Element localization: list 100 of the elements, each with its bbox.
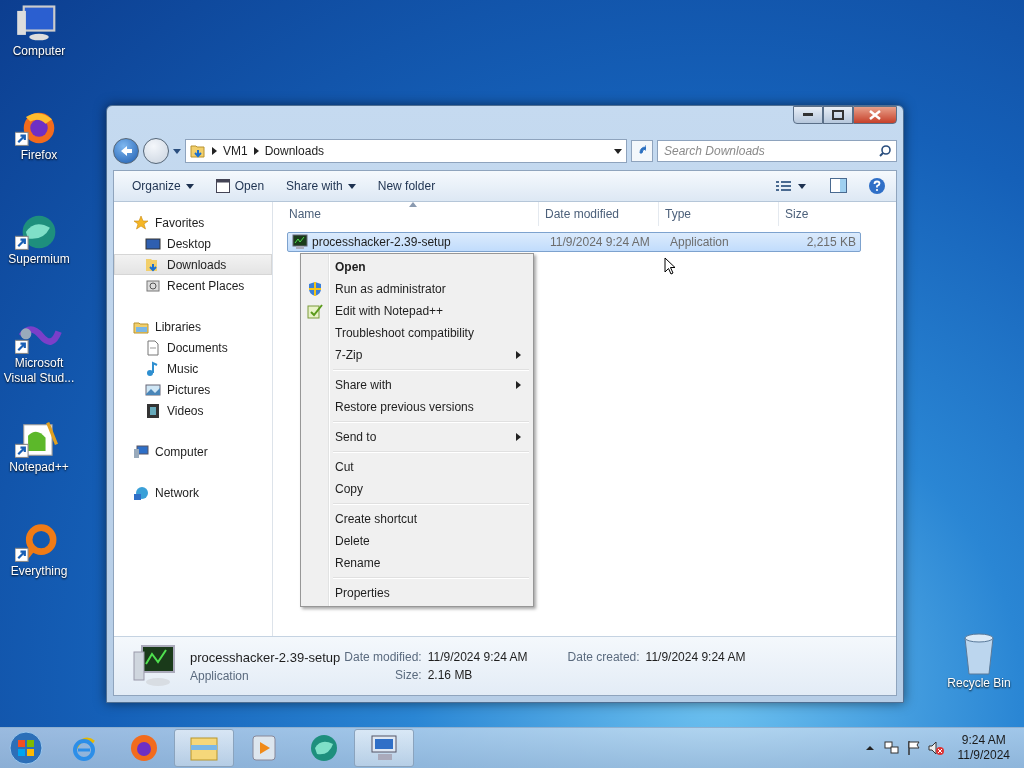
menu-item[interactable]: Restore previous versions — [303, 396, 531, 418]
mouse-cursor-icon — [664, 257, 676, 275]
nav-item[interactable]: Music — [114, 358, 272, 379]
view-options-icon[interactable] — [776, 180, 806, 192]
column-header[interactable]: Type — [659, 202, 779, 226]
help-icon[interactable] — [868, 177, 886, 195]
history-dropdown-icon[interactable] — [173, 148, 181, 154]
forward-button[interactable] — [143, 138, 169, 164]
file-name: processhacker-2.39-setup — [190, 649, 341, 665]
breadcrumb[interactable]: VM1 — [223, 144, 248, 158]
search-icon[interactable] — [879, 145, 891, 157]
nav-item[interactable]: Documents — [114, 337, 272, 358]
maximize-icon — [832, 110, 844, 120]
property-value: 11/9/2024 9:24 AM — [645, 650, 746, 664]
browser-icon — [308, 732, 340, 764]
property-label: Date modified: — [344, 650, 422, 664]
close-icon — [869, 110, 881, 120]
nav-item[interactable]: Videos — [114, 400, 272, 421]
flag-icon[interactable] — [905, 740, 922, 756]
nav-icon — [133, 214, 149, 231]
desktop-icon-label[interactable]: Notepad++ — [9, 460, 69, 475]
desktop-icon-label[interactable]: Supermium — [8, 252, 70, 267]
menu-item[interactable]: 7-Zip — [303, 344, 531, 366]
nav-icon — [133, 484, 149, 501]
type-cell-text: Application — [669, 234, 730, 251]
menu-item[interactable]: Edit with Notepad++ — [303, 300, 531, 322]
date-cell-text: 11/9/2024 9:24 AM — [549, 234, 651, 251]
desktop-icon-label[interactable]: Everything — [10, 564, 68, 579]
menu-item[interactable]: Rename — [303, 552, 531, 574]
notepad-icon — [307, 303, 323, 319]
nav-icon — [133, 443, 149, 460]
desktop-icon-label[interactable]: Microsoft Visual Stud... — [0, 356, 78, 386]
submenu-arrow-icon — [516, 433, 521, 441]
breadcrumb[interactable]: Downloads — [264, 144, 325, 158]
minimize-button[interactable] — [793, 106, 823, 124]
application-icon — [132, 644, 178, 688]
folder-icon — [190, 144, 206, 158]
search-field[interactable]: Search Downloads — [657, 140, 897, 162]
menu-item[interactable]: Create shortcut — [303, 508, 531, 530]
nav-icon — [145, 235, 161, 252]
menu-item[interactable]: Cut — [303, 456, 531, 478]
caret-icon — [347, 183, 356, 189]
menu-item[interactable]: Copy — [303, 478, 531, 500]
nav-item[interactable]: Libraries — [114, 316, 272, 337]
caret-icon — [185, 183, 194, 189]
clock-time[interactable]: 9:24 AM — [961, 733, 1006, 748]
menu-item[interactable]: Delete — [303, 530, 531, 552]
clock-date[interactable]: 11/9/2024 — [957, 748, 1010, 763]
breadcrumb-arrow-icon[interactable] — [212, 147, 217, 155]
nav-item[interactable]: Network — [114, 482, 272, 503]
toolbar-button[interactable]: Open — [207, 176, 273, 196]
network-icon[interactable] — [883, 740, 900, 756]
menu-item[interactable]: Share with — [303, 374, 531, 396]
minimize-icon — [803, 113, 813, 117]
refresh-button[interactable] — [631, 140, 653, 162]
shield-icon — [307, 281, 323, 297]
menu-item[interactable]: Run as administrator — [303, 278, 531, 300]
nav-icon — [145, 277, 161, 294]
address-dropdown-icon[interactable] — [614, 148, 622, 154]
property-value: 11/9/2024 9:24 AM — [427, 650, 528, 664]
nav-item[interactable]: Pictures — [114, 379, 272, 400]
toolbar-button[interactable]: Organize — [124, 176, 202, 196]
toolbar-button[interactable]: New folder — [369, 176, 444, 196]
property-label: Size: — [394, 668, 422, 682]
menu-item[interactable]: Send to — [303, 426, 531, 448]
address-bar[interactable]: VM1 Downloads — [185, 139, 627, 163]
nav-item[interactable]: Downloads — [114, 254, 272, 275]
file-type: Application — [190, 668, 250, 683]
nav-item[interactable]: Computer — [114, 441, 272, 462]
submenu-arrow-icon — [516, 381, 521, 389]
property-label: Date created: — [567, 650, 640, 664]
desktop-icon-label[interactable]: Firefox — [20, 148, 58, 163]
nav-icon — [145, 402, 161, 419]
nav-icon — [145, 381, 161, 398]
close-button[interactable] — [853, 106, 897, 124]
size-cell-text: 2,215 KB — [805, 234, 857, 251]
back-button[interactable] — [113, 138, 139, 164]
taskbar-button[interactable] — [354, 729, 414, 767]
browser-icon — [128, 732, 160, 764]
preview-pane-icon[interactable] — [830, 178, 848, 194]
sort-arrow-icon — [409, 202, 417, 207]
nav-item[interactable]: Recent Places — [114, 275, 272, 296]
submenu-arrow-icon — [516, 351, 521, 359]
muted-speaker-icon[interactable] — [927, 740, 944, 756]
toolbar-button[interactable]: Share with — [278, 176, 364, 196]
menu-item[interactable]: Open — [303, 256, 531, 278]
file-row[interactable]: processhacker-2.39-setup 11/9/2024 9:24 AM Application 2,215 KB — [287, 232, 861, 252]
desktop-icon-label[interactable]: Computer — [12, 44, 66, 59]
column-header[interactable]: Size — [779, 202, 849, 226]
breadcrumb-arrow-icon[interactable] — [253, 147, 259, 155]
file-name: processhacker-2.39-setup — [312, 235, 451, 249]
nav-item[interactable]: Desktop — [114, 233, 272, 254]
maximize-button[interactable] — [823, 106, 853, 124]
nav-icon — [145, 339, 161, 356]
nav-item[interactable]: Favorites — [114, 212, 272, 233]
desktop-icon-label[interactable]: Recycle Bin — [947, 676, 1011, 691]
start-button[interactable] — [6, 730, 46, 766]
menu-item[interactable]: Properties — [303, 582, 531, 604]
column-header[interactable]: Date modified — [539, 202, 659, 226]
menu-item[interactable]: Troubleshoot compatibility — [303, 322, 531, 344]
